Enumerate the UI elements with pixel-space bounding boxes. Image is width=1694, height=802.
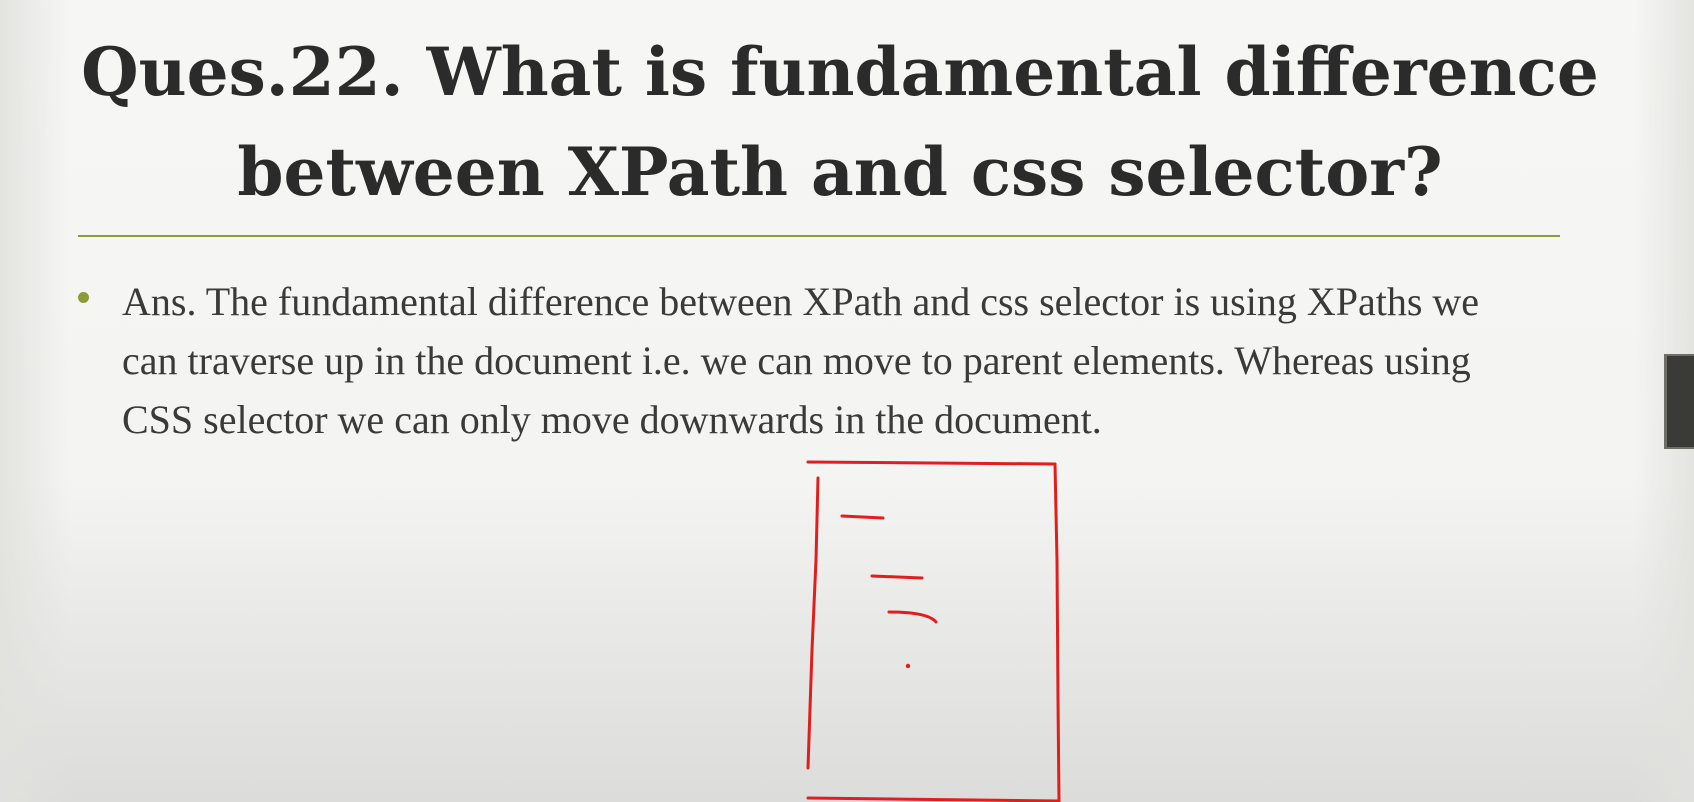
annotation-line-3 [887, 610, 938, 624]
side-scroll-tab[interactable] [1664, 354, 1694, 449]
annotation-box-right [1053, 462, 1061, 802]
annotation-line-2 [870, 574, 924, 580]
annotation-box-left [806, 476, 820, 770]
slide-title: Ques.22. What is fundamental difference … [81, 33, 1599, 211]
annotation-dot [905, 663, 911, 669]
annotation-line-1 [840, 514, 885, 520]
title-divider [78, 235, 1560, 237]
annotation-box-bottom [806, 796, 1060, 802]
annotation-box-top [806, 460, 1057, 466]
bullet-dot-icon [78, 292, 89, 303]
slide: Ques.22. What is fundamental difference … [0, 0, 1694, 802]
bullet-text: Ans. The fundamental difference between … [122, 279, 1480, 442]
bullet-list: Ans. The fundamental difference between … [72, 272, 1532, 449]
slide-edge-left [0, 0, 70, 802]
bullet-item-answer: Ans. The fundamental difference between … [72, 272, 1532, 449]
